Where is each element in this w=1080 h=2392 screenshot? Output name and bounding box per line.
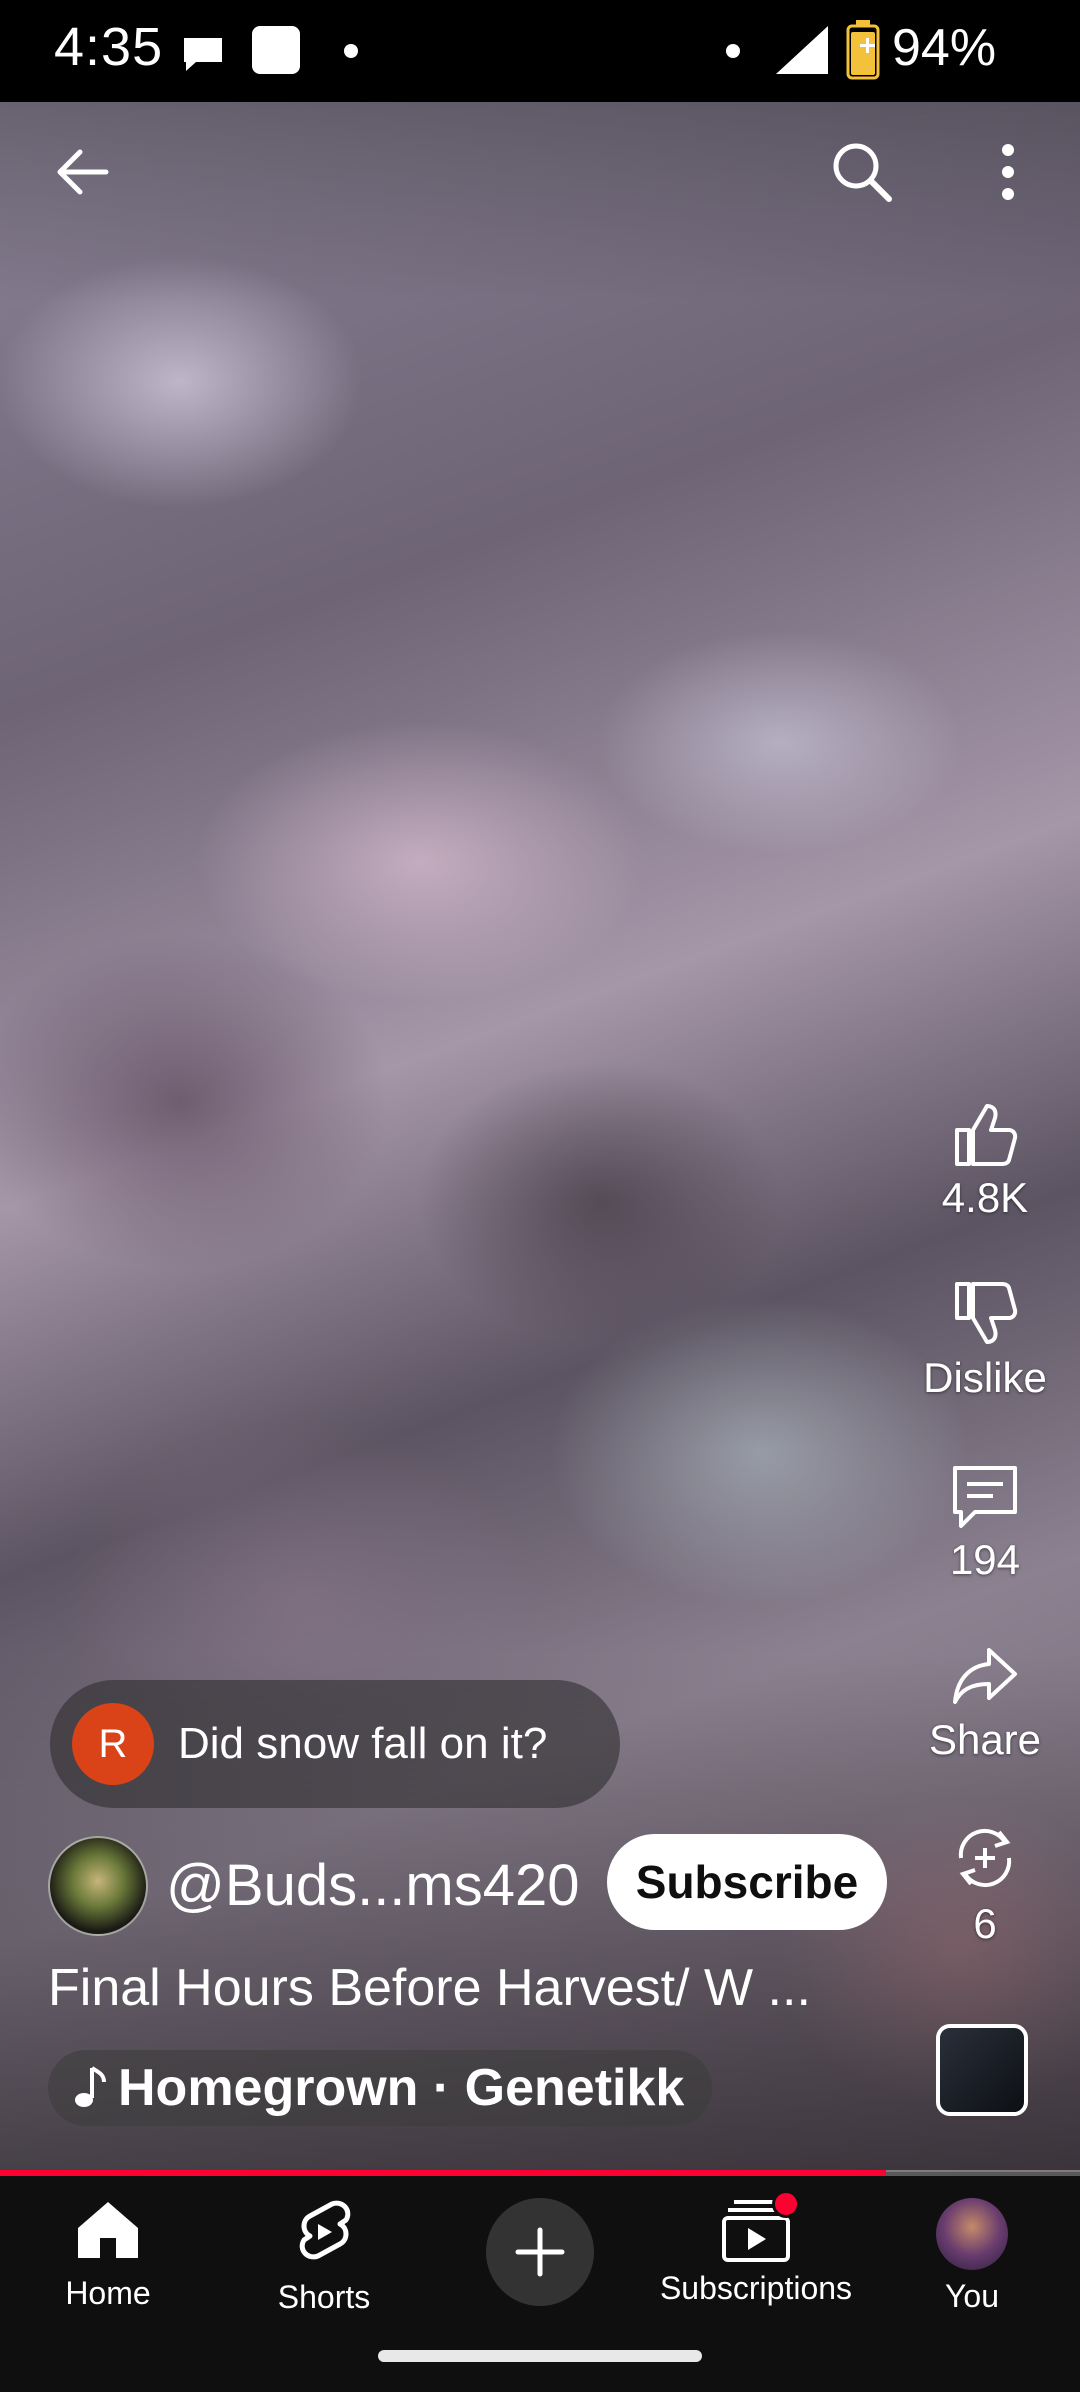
signal-icon — [776, 26, 828, 74]
status-dot-icon — [726, 44, 740, 58]
avatar — [936, 2198, 1008, 2270]
nav-you-label: You — [945, 2278, 999, 2314]
message-notification-icon — [184, 38, 222, 71]
remix-button[interactable]: 6 — [900, 1820, 1070, 1948]
music-note-icon — [75, 2066, 106, 2107]
nav-home-label: Home — [65, 2275, 151, 2311]
thumb-down-icon — [955, 1282, 1018, 1344]
comment-text: Did snow fall on it? — [178, 1719, 548, 1768]
subscribe-button[interactable]: Subscribe — [607, 1834, 887, 1930]
nav-shorts-label: Shorts — [277, 2279, 371, 2315]
share-icon — [953, 1648, 1017, 1704]
arrow-left-icon — [57, 149, 109, 195]
remix-icon — [958, 1828, 1012, 1888]
music-label: Homegrown · Genetikk — [118, 2059, 685, 2117]
shorts-icon — [299, 2200, 351, 2260]
nav-you[interactable]: You — [864, 2198, 1080, 2315]
comment-preview[interactable]: R Did snow fall on it? — [50, 1680, 620, 1808]
nav-subscriptions-label: Subscriptions — [659, 2270, 853, 2306]
status-bar: 4:35 94% — [0, 0, 1080, 102]
share-label: Share — [928, 1716, 1042, 1763]
nav-home[interactable]: Home — [0, 2198, 216, 2312]
nav-subscriptions[interactable]: Subscriptions — [648, 2190, 864, 2307]
share-button[interactable]: Share — [900, 1640, 1070, 1764]
music-pill[interactable]: Homegrown · Genetikk — [48, 2050, 713, 2126]
home-icon — [78, 2202, 138, 2258]
comment-avatar: R — [72, 1703, 154, 1785]
home-indicator[interactable] — [378, 2350, 702, 2362]
nav-shorts[interactable]: Shorts — [216, 2198, 432, 2316]
status-time: 4:35 — [54, 17, 164, 77]
video-title[interactable]: Final Hours Before Harvest/ W ... — [48, 1958, 811, 2018]
more-vert-icon — [1002, 144, 1014, 200]
more-options-button[interactable] — [972, 136, 1044, 208]
video-top-shade — [0, 102, 1080, 302]
search-icon — [833, 143, 892, 202]
plus-icon — [515, 2227, 565, 2277]
comment-count: 194 — [949, 1536, 1021, 1583]
battery-icon — [846, 20, 880, 80]
app-notification-icon — [252, 26, 300, 74]
thumb-up-icon — [955, 1104, 1018, 1166]
remix-count: 6 — [973, 1900, 997, 1947]
channel-handle[interactable]: @Buds...ms420 — [166, 1852, 580, 1919]
dislike-button[interactable]: Dislike — [900, 1278, 1070, 1402]
back-button[interactable] — [46, 136, 118, 208]
music-thumbnail[interactable] — [936, 2024, 1028, 2116]
create-button[interactable] — [486, 2198, 594, 2306]
search-button[interactable] — [826, 136, 898, 208]
notification-dot-icon — [344, 44, 358, 58]
comments-button[interactable]: 194 — [900, 1460, 1070, 1584]
battery-percent: 94% — [892, 19, 997, 77]
notification-badge-icon — [772, 2190, 800, 2218]
like-count: 4.8K — [941, 1174, 1029, 1221]
like-button[interactable]: 4.8K — [900, 1098, 1070, 1222]
channel-avatar[interactable] — [48, 1836, 148, 1936]
comment-icon — [953, 1466, 1017, 1528]
dislike-label: Dislike — [923, 1354, 1047, 1401]
